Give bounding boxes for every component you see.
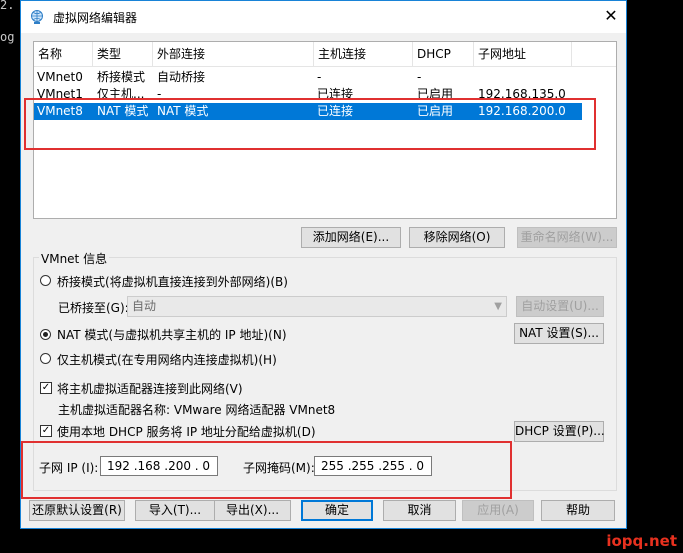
column-header-type[interactable]: 类型 <box>93 42 153 66</box>
background-text-line1: 2. <box>0 0 15 12</box>
subnet-mask-label: 子网掩码(M): <box>243 461 315 475</box>
nat-settings-button[interactable]: NAT 设置(S)... <box>514 323 604 344</box>
cancel-button[interactable]: 取消 <box>383 500 456 521</box>
add-network-button[interactable]: 添加网络(E)... <box>301 227 401 248</box>
export-button[interactable]: 导出(X)... <box>214 500 291 521</box>
connect-adapter-checkbox[interactable]: ✓ <box>40 382 52 394</box>
cell-type: 桥接模式 <box>97 70 146 84</box>
use-dhcp-checkbox[interactable]: ✓ <box>40 425 52 437</box>
window-title: 虚拟网络编辑器 <box>53 11 138 25</box>
host-only-radio[interactable] <box>40 353 51 364</box>
cell-external: 自动桥接 <box>157 70 206 84</box>
restore-defaults-button[interactable]: 还原默认设置(R) <box>29 500 125 521</box>
subnet-ip-label: 子网 IP (I): <box>39 461 99 475</box>
title-bar[interactable]: 虚拟网络编辑器 ✕ <box>21 1 626 33</box>
subnet-mask-input[interactable]: 255 .255 .255 . 0 <box>314 456 432 476</box>
host-only-label[interactable]: 仅主机模式(在专用网络内连接虚拟机)(H) <box>57 351 277 368</box>
cell-host: - <box>317 70 322 84</box>
table-row[interactable]: VMnet0 桥接模式 自动桥接 - - <box>34 69 582 86</box>
network-globe-icon <box>29 9 45 25</box>
rename-network-button[interactable]: 重命名网络(W)... <box>517 227 617 248</box>
help-button[interactable]: 帮助 <box>541 500 615 521</box>
auto-settings-button[interactable]: 自动设置(U)... <box>516 296 604 317</box>
apply-button[interactable]: 应用(A) <box>462 500 534 521</box>
virtual-network-editor-window: 虚拟网络编辑器 ✕ 名称 类型 外部连接 主机连接 DHCP 子网地址 VMne… <box>20 0 627 529</box>
use-dhcp-label[interactable]: 使用本地 DHCP 服务将 IP 地址分配给虚拟机(D) <box>57 423 316 440</box>
dhcp-settings-button[interactable]: DHCP 设置(P)... <box>514 421 605 442</box>
cell-subnet <box>475 69 478 86</box>
column-header-host[interactable]: 主机连接 <box>314 42 413 66</box>
nat-mode-radio[interactable] <box>40 329 51 340</box>
site-watermark: iopq.net <box>606 532 677 550</box>
bridged-to-value: 自动 <box>132 299 157 313</box>
bridged-to-select[interactable]: 自动 ▼ <box>127 296 507 317</box>
nat-mode-label[interactable]: NAT 模式(与虚拟机共享主机的 IP 地址)(N) <box>57 326 287 343</box>
column-header-external[interactable]: 外部连接 <box>153 42 314 66</box>
import-button[interactable]: 导入(T)... <box>135 500 215 521</box>
network-list-header: 名称 类型 外部连接 主机连接 DHCP 子网地址 <box>34 42 616 67</box>
background-text-line2: og <box>0 30 15 44</box>
column-header-dhcp[interactable]: DHCP <box>413 42 474 66</box>
column-header-name[interactable]: 名称 <box>34 42 93 66</box>
adapter-name-label: 主机虚拟适配器名称: VMware 网络适配器 VMnet8 <box>58 403 336 417</box>
bridge-mode-radio[interactable] <box>40 275 51 286</box>
close-icon[interactable]: ✕ <box>596 1 626 31</box>
remove-network-button[interactable]: 移除网络(O) <box>409 227 505 248</box>
connect-adapter-label[interactable]: 将主机虚拟适配器连接到此网络(V) <box>57 380 243 397</box>
bridge-mode-label[interactable]: 桥接模式(将虚拟机直接连接到外部网络)(B) <box>57 273 288 290</box>
cell-name: VMnet0 <box>37 70 83 84</box>
column-header-subnet[interactable]: 子网地址 <box>474 42 572 66</box>
vmnet-info-group-label: VMnet 信息 <box>39 250 110 267</box>
chevron-down-icon: ▼ <box>494 301 502 312</box>
bridged-to-label: 已桥接至(G): <box>58 301 129 315</box>
ok-button[interactable]: 确定 <box>301 500 373 521</box>
highlight-box-selected-network <box>24 98 596 150</box>
subnet-ip-input[interactable]: 192 .168 .200 . 0 <box>100 456 218 476</box>
cell-dhcp: - <box>417 70 422 84</box>
